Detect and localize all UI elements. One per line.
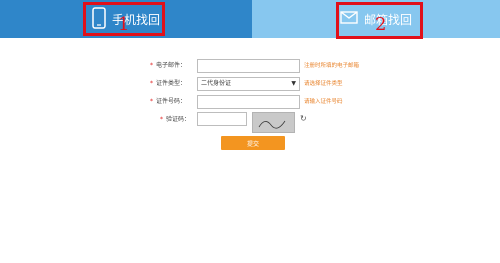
email-row: * 电子邮件： 注册时所填的电子邮箱 <box>0 57 500 75</box>
marker-2: 2 <box>375 14 387 35</box>
id-type-row: * 证件类型： 二代身份证 ▼ 请选择证件类型 <box>0 75 500 93</box>
marker-1: 1 <box>118 14 130 35</box>
id-type-label: * 证件类型： <box>150 80 187 87</box>
id-number-input[interactable] <box>197 95 300 109</box>
id-number-label: * 证件号码： <box>150 98 187 105</box>
chevron-down-icon: ▼ <box>291 80 296 87</box>
id-number-hint: 请输入证件号码 <box>304 99 343 105</box>
email-input[interactable] <box>197 59 300 73</box>
captcha-image[interactable] <box>252 112 295 133</box>
refresh-captcha-icon[interactable]: ↻ <box>300 114 307 123</box>
captcha-input[interactable] <box>197 112 247 126</box>
email-hint: 注册时所填的电子邮箱 <box>304 63 360 69</box>
id-number-row: * 证件号码： 请输入证件号码 <box>0 93 500 111</box>
recovery-tabs: 手机找回 邮箱找回 <box>0 0 500 38</box>
id-type-select[interactable]: 二代身份证 ▼ <box>197 77 300 91</box>
submit-button[interactable]: 提交 <box>221 136 285 150</box>
email-label: * 电子邮件： <box>150 62 187 69</box>
captcha-row: * 验证码： <box>0 111 500 129</box>
id-type-hint: 请选择证件类型 <box>304 81 343 87</box>
id-type-selected: 二代身份证 <box>201 80 232 87</box>
